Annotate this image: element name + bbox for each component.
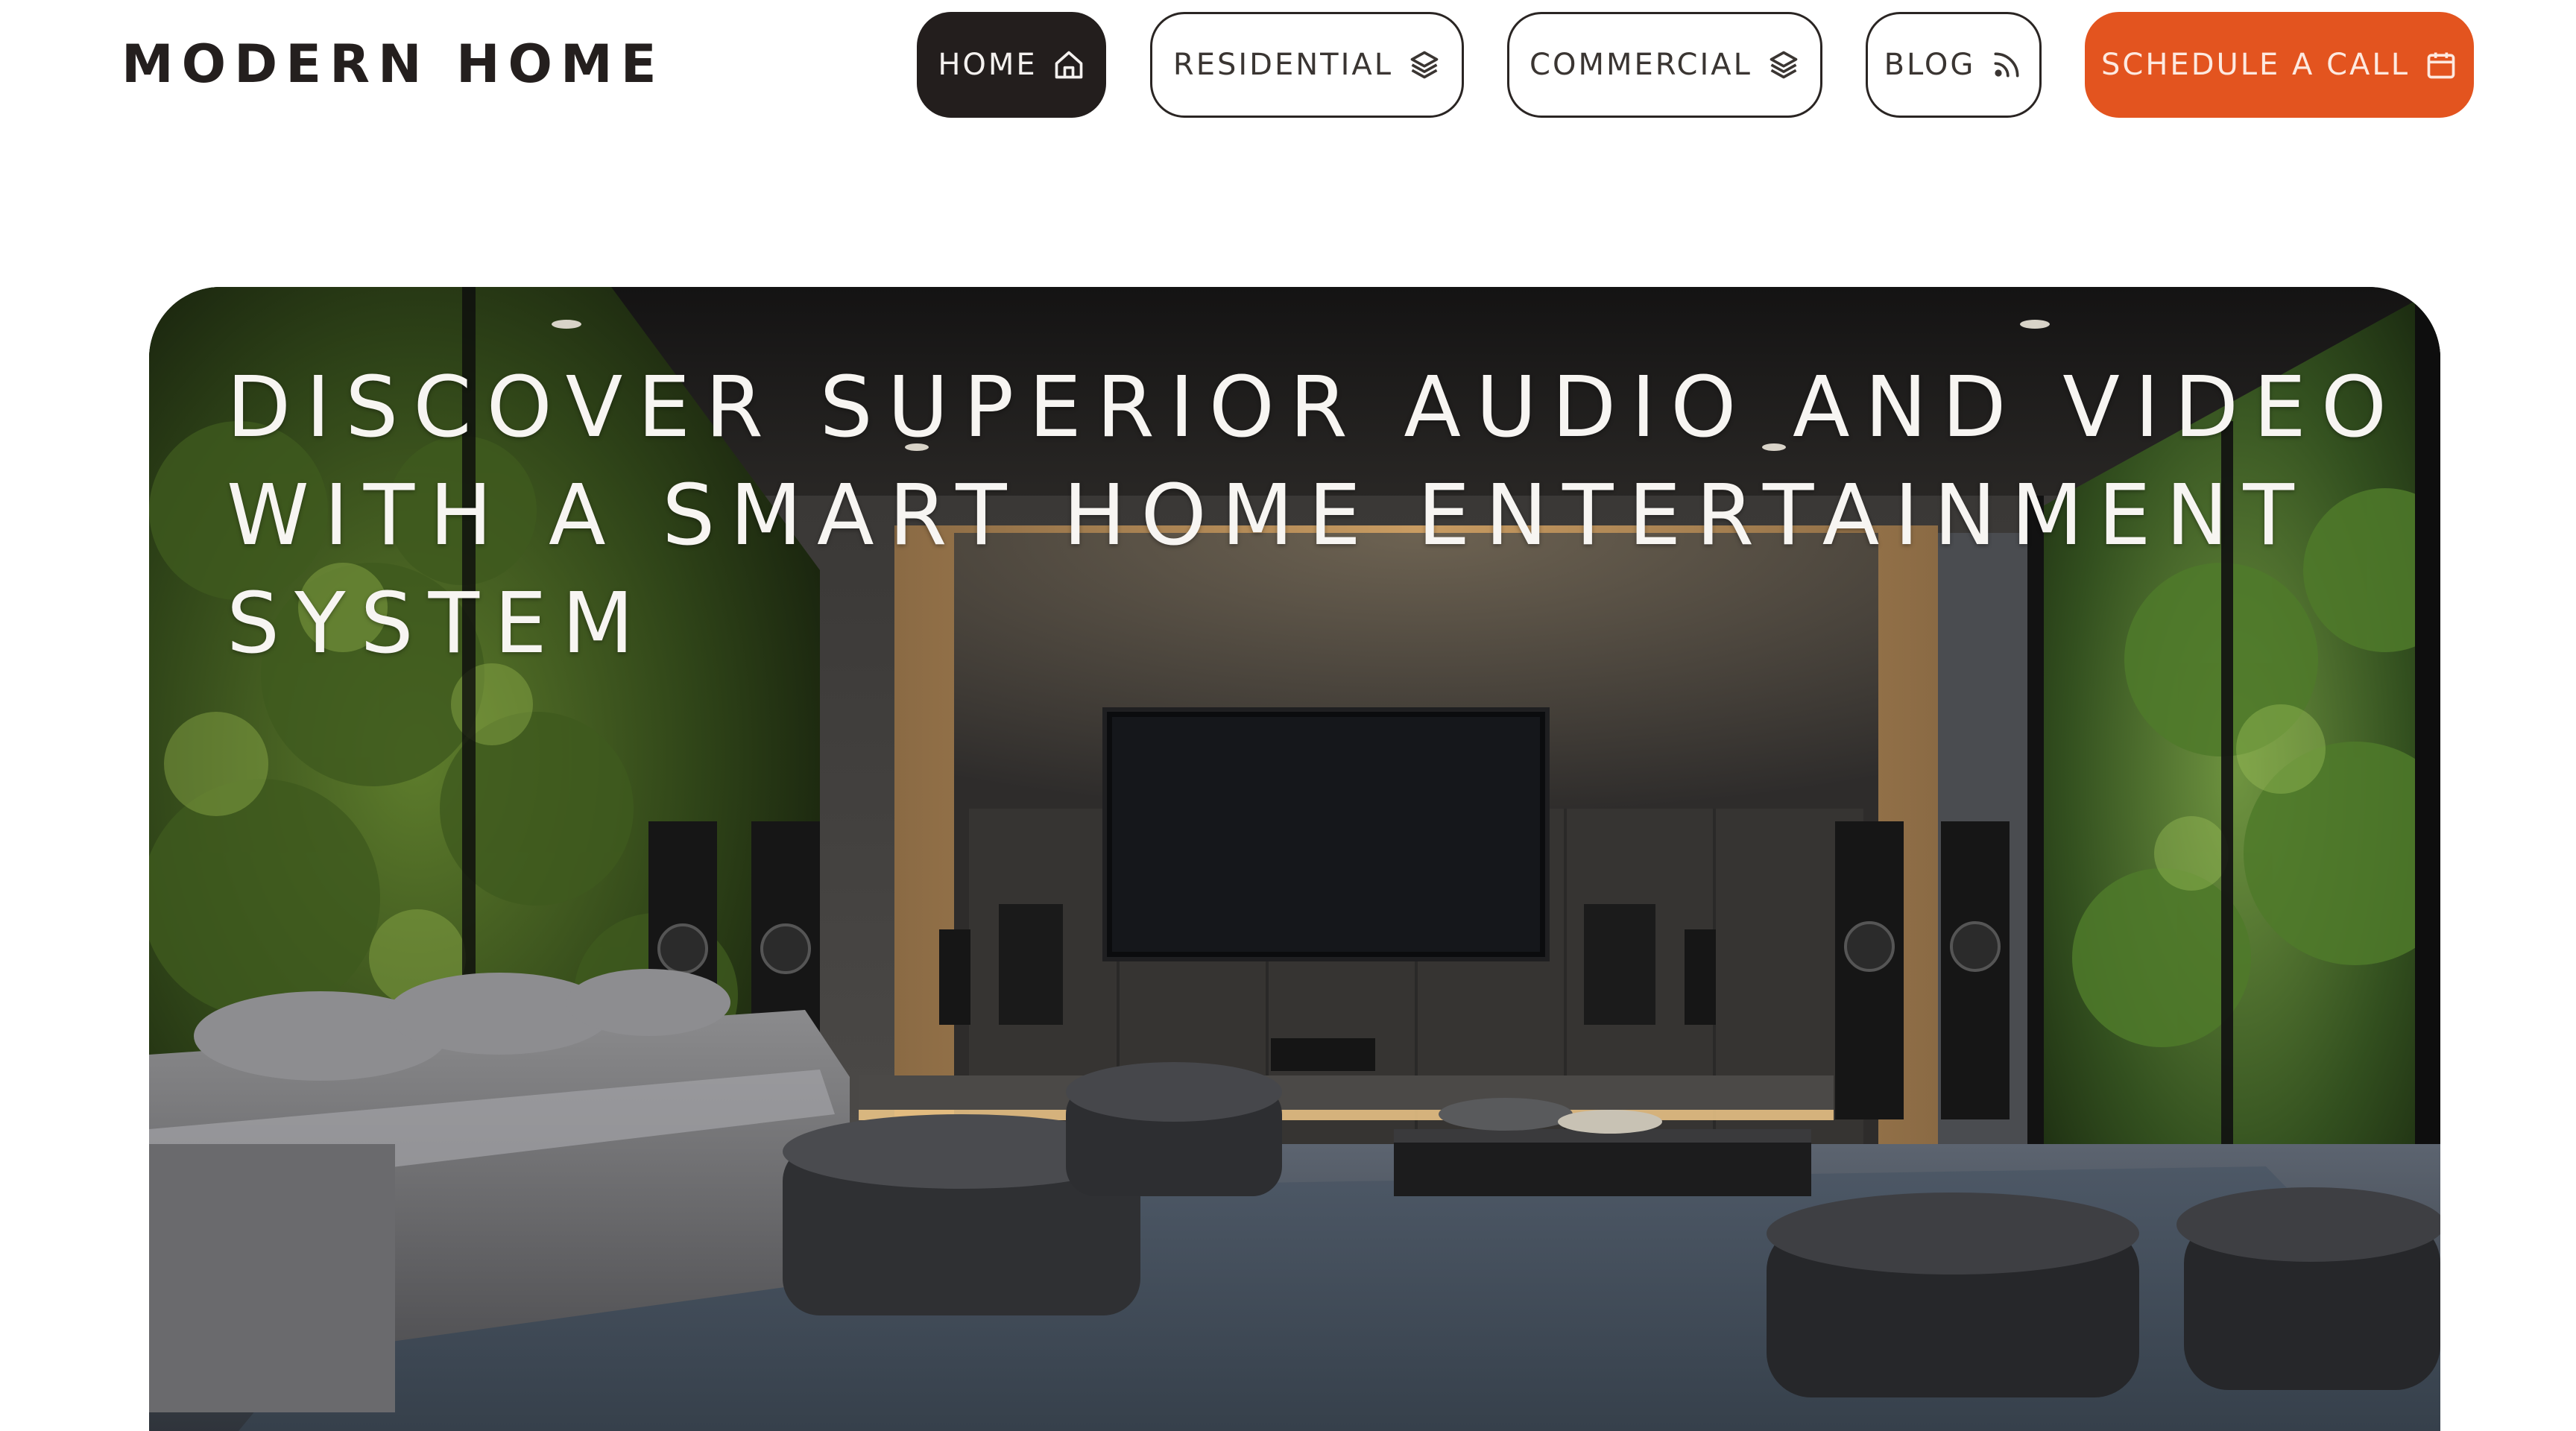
site-header: MODERN HOME HOME RESIDENTIAL COMMERCIAL … (0, 0, 2576, 142)
nav-home-button[interactable]: HOME (917, 12, 1106, 118)
nav-blog-label: BLOG (1884, 48, 1976, 82)
calendar-icon (2427, 52, 2455, 79)
site-logo[interactable]: MODERN HOME (121, 34, 665, 94)
schedule-call-label: SCHEDULE A CALL (2101, 48, 2410, 82)
layers-icon (1410, 51, 1439, 79)
nav-residential-button[interactable]: RESIDENTIAL (1150, 12, 1464, 118)
hero-banner: DISCOVER SUPERIOR AUDIO AND VIDEO WITH A… (149, 287, 2440, 1431)
nav-home-label: HOME (938, 48, 1038, 82)
nav-commercial-label: COMMERCIAL (1530, 48, 1752, 82)
nav-blog-button[interactable]: BLOG (1866, 12, 2042, 118)
hero-headline: DISCOVER SUPERIOR AUDIO AND VIDEO WITH A… (227, 359, 2402, 672)
schedule-call-button[interactable]: SCHEDULE A CALL (2085, 12, 2474, 118)
layers-icon (1770, 51, 1798, 79)
nav-residential-label: RESIDENTIAL (1172, 48, 1394, 82)
rss-icon (1994, 52, 2019, 78)
nav-commercial-button[interactable]: COMMERCIAL (1507, 12, 1822, 118)
home-icon (1055, 51, 1083, 79)
